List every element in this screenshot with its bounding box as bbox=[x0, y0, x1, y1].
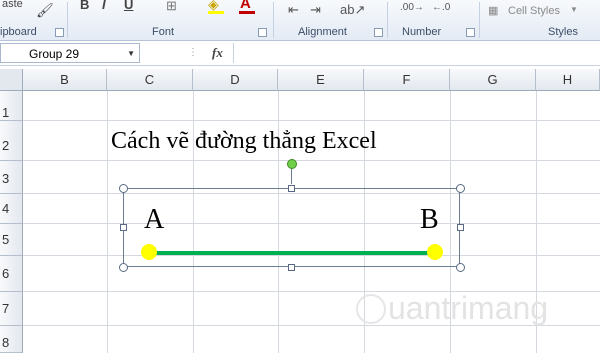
format-painter-icon[interactable]: 🖌 bbox=[36, 2, 54, 19]
alignment-group-label: Alignment bbox=[298, 26, 347, 38]
row-header-7[interactable]: 7 bbox=[0, 292, 23, 326]
chevron-down-icon[interactable]: ▼ bbox=[127, 44, 135, 64]
resize-handle-bottom-right[interactable] bbox=[456, 263, 465, 272]
column-header-c[interactable]: C bbox=[107, 69, 193, 91]
resize-handle-bottom-left[interactable] bbox=[119, 263, 128, 272]
column-header-b[interactable]: B bbox=[23, 69, 107, 91]
row-header-1[interactable]: 1 bbox=[0, 91, 23, 121]
watermark-logo-icon bbox=[356, 294, 386, 324]
green-line-shape[interactable] bbox=[150, 251, 435, 255]
clipboard-launcher-icon[interactable] bbox=[55, 28, 64, 37]
orientation-icon[interactable]: ab↗ bbox=[340, 2, 365, 18]
rotation-handle[interactable] bbox=[287, 159, 297, 169]
decrease-decimal-icon[interactable]: ←.0 bbox=[432, 2, 450, 13]
name-box-value: Group 29 bbox=[29, 47, 80, 61]
number-group: .00→ ←.0 Number bbox=[388, 0, 478, 40]
alignment-launcher-icon[interactable] bbox=[374, 28, 383, 37]
row-header-4[interactable]: 4 bbox=[0, 194, 23, 224]
point-label-b: B bbox=[420, 204, 439, 235]
number-group-label: Number bbox=[402, 26, 442, 38]
column-header-f[interactable]: F bbox=[364, 69, 450, 91]
gridline bbox=[23, 120, 600, 121]
column-header-d[interactable]: D bbox=[193, 69, 278, 91]
insert-function-icon[interactable]: fx bbox=[212, 45, 223, 61]
column-header-h[interactable]: H bbox=[536, 69, 600, 91]
point-label-a: A bbox=[144, 204, 165, 235]
rotation-handle-stem bbox=[291, 168, 292, 184]
cell-styles-icon[interactable]: ▦ bbox=[488, 4, 498, 17]
select-all-corner[interactable] bbox=[0, 69, 23, 91]
cell-title-text[interactable]: Cách vẽ đường thẳng Excel bbox=[111, 128, 377, 155]
clipboard-group: aste 🖌 ipboard bbox=[0, 0, 66, 40]
formula-bar-dots: ⋮ bbox=[188, 47, 198, 58]
name-box[interactable]: Group 29 ▼ bbox=[0, 43, 140, 63]
ribbon: aste 🖌 ipboard B I U ⊞ ◈ A Font ⇤ ⇥ ab↗ … bbox=[0, 0, 600, 41]
paste-label[interactable]: aste bbox=[2, 0, 23, 10]
row-header-6[interactable]: 6 bbox=[0, 256, 23, 292]
font-launcher-icon[interactable] bbox=[258, 28, 267, 37]
styles-group-label: Styles bbox=[548, 26, 578, 38]
formula-input[interactable] bbox=[233, 43, 600, 63]
resize-handle-top[interactable] bbox=[288, 185, 295, 192]
row-header-5[interactable]: 5 bbox=[0, 224, 23, 256]
font-group-label: Font bbox=[152, 26, 175, 38]
resize-handle-right[interactable] bbox=[457, 224, 464, 231]
formula-bar: Group 29 ▼ ⋮ fx bbox=[0, 41, 600, 66]
underline-button[interactable]: U bbox=[124, 0, 133, 12]
cell-styles-button[interactable]: Cell Styles bbox=[508, 5, 560, 17]
chevron-down-icon[interactable]: ▼ bbox=[570, 5, 578, 14]
fill-color-bar bbox=[208, 11, 224, 14]
resize-handle-top-right[interactable] bbox=[456, 184, 465, 193]
resize-handle-left[interactable] bbox=[120, 224, 127, 231]
font-color-bar bbox=[239, 11, 255, 14]
row-header-3[interactable]: 3 bbox=[0, 161, 23, 194]
bold-button[interactable]: B bbox=[80, 0, 89, 12]
italic-button[interactable]: I bbox=[102, 0, 106, 12]
font-group: B I U ⊞ ◈ A Font bbox=[68, 0, 272, 40]
increase-indent-icon[interactable]: ⇥ bbox=[310, 2, 321, 18]
row-header-2[interactable]: 2 bbox=[0, 121, 23, 161]
column-header-e[interactable]: E bbox=[278, 69, 364, 91]
gridline bbox=[107, 91, 108, 353]
increase-decimal-icon[interactable]: .00→ bbox=[400, 2, 424, 13]
column-header-g[interactable]: G bbox=[450, 69, 536, 91]
shape-group-selection[interactable] bbox=[123, 188, 460, 267]
decrease-indent-icon[interactable]: ⇤ bbox=[288, 2, 299, 18]
borders-icon[interactable]: ⊞ bbox=[166, 0, 177, 14]
alignment-group: ⇤ ⇥ ab↗ Alignment bbox=[274, 0, 386, 40]
gridline bbox=[23, 160, 600, 161]
clipboard-group-label: ipboard bbox=[0, 26, 37, 38]
styles-group: ▦ Cell Styles ▼ Styles bbox=[480, 0, 600, 40]
endpoint-b[interactable] bbox=[427, 244, 443, 260]
resize-handle-bottom[interactable] bbox=[288, 264, 295, 271]
row-header-8[interactable]: 8 bbox=[0, 326, 23, 353]
number-launcher-icon[interactable] bbox=[466, 28, 475, 37]
watermark-text: uantrimang bbox=[388, 290, 549, 326]
resize-handle-top-left[interactable] bbox=[119, 184, 128, 193]
endpoint-a[interactable] bbox=[141, 244, 157, 260]
